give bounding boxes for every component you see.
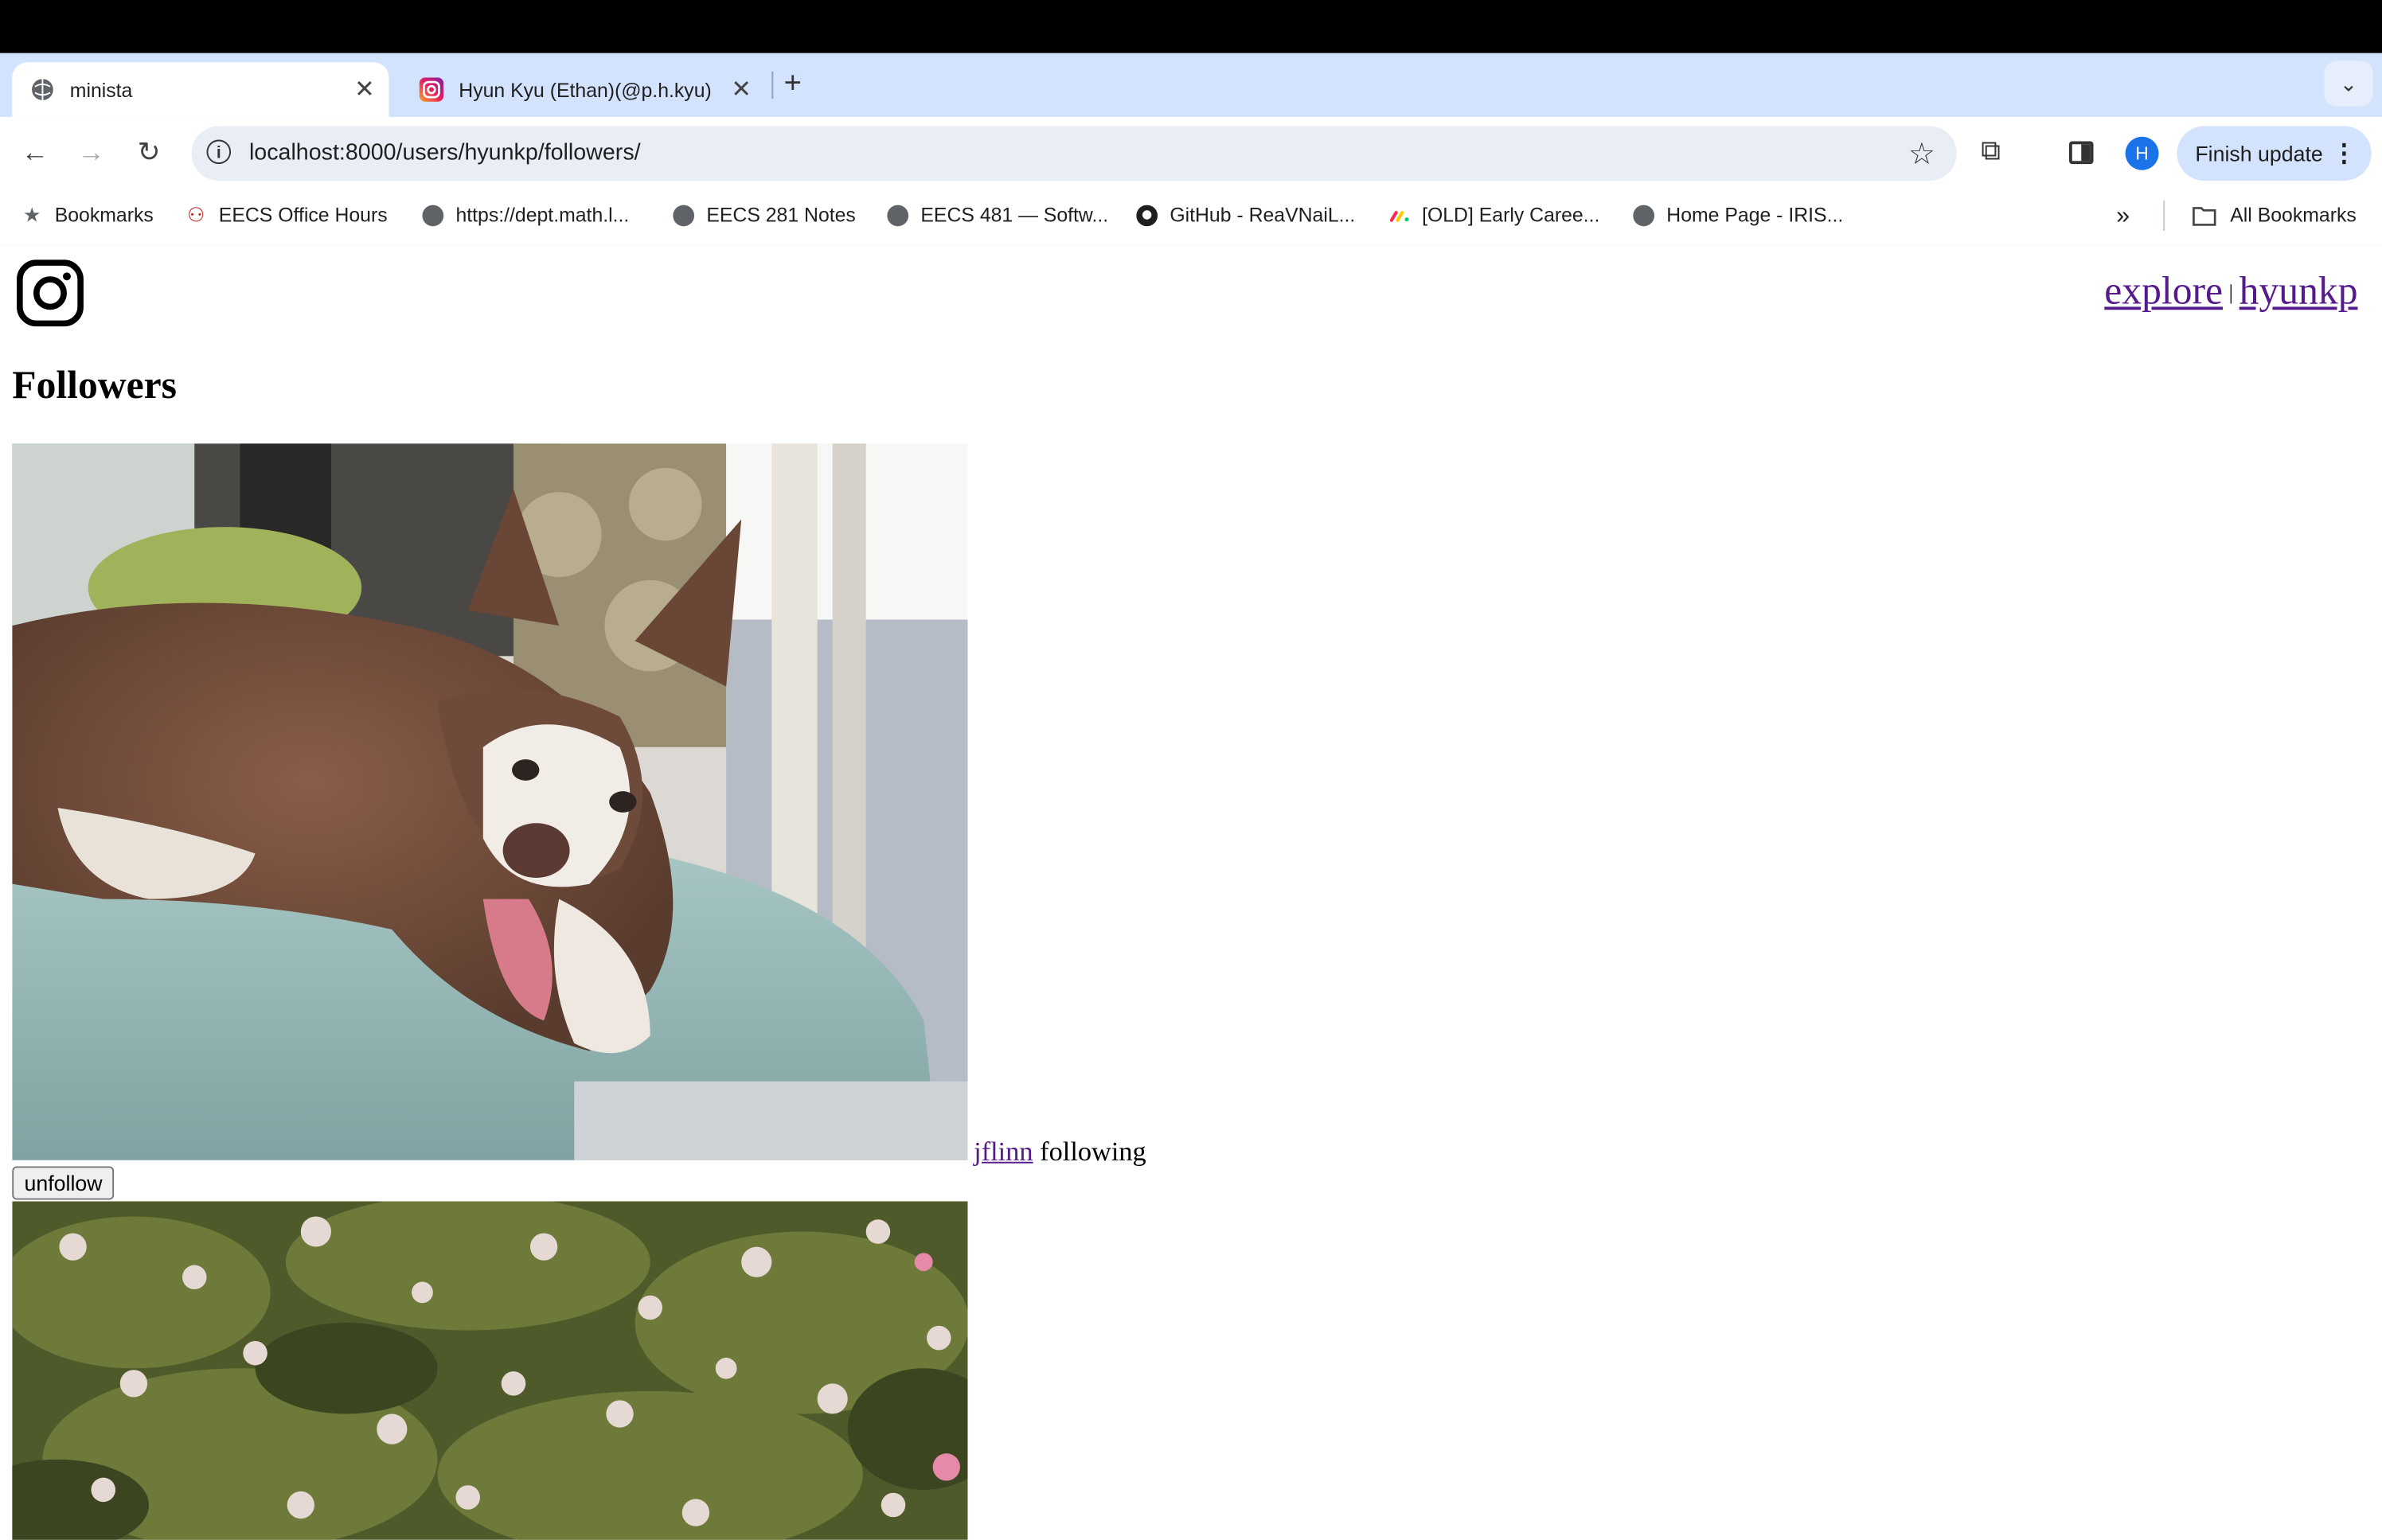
- forward-arrow-icon[interactable]: →: [73, 137, 110, 169]
- tab-strip: minista ✕ Hyun Kyu (Ethan)(@p.h.kyu) ✕: [0, 53, 2382, 117]
- tab-search-chevron-icon[interactable]: ⌄: [2324, 60, 2373, 107]
- page-content: explore | hyunkp Followers jflinn follow…: [0, 244, 2382, 1540]
- finish-update-button[interactable]: Finish update ⋮: [2177, 126, 2372, 181]
- github-icon: [1136, 204, 1158, 226]
- tab-title: Hyun Kyu (Ethan)(@p.h.kyu): [459, 78, 712, 101]
- follower-profile-photo: [12, 1201, 968, 1540]
- kebab-menu-icon[interactable]: ⋮: [2332, 138, 2357, 169]
- tab-instagram[interactable]: Hyun Kyu (Ethan)(@p.h.kyu) ✕: [401, 62, 766, 117]
- bookmark-label: EECS Office Hours: [218, 203, 388, 227]
- page-title: Followers: [12, 363, 177, 407]
- people-icon: ⚇: [187, 202, 205, 226]
- bookmark-star-icon[interactable]: ☆: [1908, 135, 1935, 173]
- bookmarks-divider: [2163, 200, 2165, 232]
- bookmark-label: [OLD] Early Caree...: [1422, 203, 1600, 227]
- unfollow-button[interactable]: unfollow: [12, 1166, 115, 1200]
- tab-divider: [771, 71, 774, 99]
- globe-icon: [887, 204, 909, 226]
- all-bookmarks-button[interactable]: All Bookmarks: [2193, 203, 2357, 227]
- new-tab-icon[interactable]: +: [784, 67, 802, 102]
- bookmark-iris[interactable]: Home Page - IRIS...: [1633, 203, 1844, 227]
- close-tab-icon[interactable]: ✕: [349, 75, 380, 105]
- bookmark-label: https://dept.math.l...: [455, 203, 630, 227]
- os-top-bar: [0, 0, 2382, 53]
- back-arrow-icon[interactable]: ←: [17, 137, 53, 169]
- top-nav: explore | hyunkp: [2104, 269, 2357, 314]
- user-profile-link[interactable]: hyunkp: [2239, 269, 2358, 313]
- bookmark-eecs-office-hours[interactable]: ⚇ EECS Office Hours: [185, 204, 388, 227]
- tab-title: minista: [69, 78, 133, 101]
- follower-profile-photo: [12, 443, 968, 1160]
- address-bar[interactable]: i localhost:8000/users/hyunkp/followers/…: [191, 126, 1957, 181]
- follower-username-link[interactable]: jflinn: [974, 1136, 1033, 1166]
- all-bookmarks-label: All Bookmarks: [2230, 203, 2357, 227]
- instagram-favicon-icon: [419, 77, 444, 102]
- more-bookmarks-chevron-icon[interactable]: »: [2116, 204, 2130, 231]
- explore-link[interactable]: explore: [2104, 269, 2223, 313]
- bookmark-github[interactable]: GitHub - ReaVNaiL...: [1136, 203, 1356, 227]
- bookmark-label: Home Page - IRIS...: [1666, 203, 1844, 227]
- bookmark-bookmarks[interactable]: ★ Bookmarks: [21, 204, 154, 227]
- side-panel-icon[interactable]: [2068, 141, 2094, 165]
- instagram-logo-icon[interactable]: [16, 259, 84, 327]
- bookmark-label: GitHub - ReaVNaiL...: [1170, 203, 1356, 227]
- bookmark-eecs-281[interactable]: EECS 281 Notes: [673, 203, 856, 227]
- bookmark-early-career[interactable]: [OLD] Early Caree...: [1388, 203, 1600, 227]
- bookmarks-bar: ★ Bookmarks ⚇ EECS Office Hours https://…: [0, 189, 2382, 247]
- monday-icon: [1388, 205, 1410, 226]
- extensions-puzzle-icon[interactable]: ⧉: [1981, 135, 2001, 167]
- bookmark-label: EECS 281 Notes: [706, 203, 856, 227]
- url-text[interactable]: localhost:8000/users/hyunkp/followers/: [249, 140, 641, 166]
- close-tab-icon[interactable]: ✕: [726, 75, 756, 105]
- globe-icon: [673, 204, 695, 226]
- site-info-icon[interactable]: i: [206, 139, 232, 165]
- bookmark-eecs-481[interactable]: EECS 481 — Softw...: [887, 203, 1109, 227]
- follower-info: jflinn following: [974, 1136, 1146, 1168]
- star-icon: ★: [22, 202, 41, 226]
- finish-update-label: Finish update: [2195, 141, 2323, 166]
- browser-toolbar: ← → ↻ i localhost:8000/users/hyunkp/foll…: [0, 116, 2382, 190]
- reload-icon[interactable]: ↻: [131, 137, 167, 169]
- bookmark-label: EECS 481 — Softw...: [920, 203, 1109, 227]
- globe-icon: [1633, 204, 1655, 226]
- globe-icon: [30, 77, 55, 102]
- bookmark-dept-math[interactable]: https://dept.math.l...: [422, 203, 630, 227]
- profile-avatar[interactable]: H: [2125, 136, 2159, 170]
- tab-minista[interactable]: minista ✕: [12, 62, 389, 117]
- globe-icon: [422, 204, 444, 226]
- folder-icon: [2193, 205, 2216, 226]
- bookmark-label: Bookmarks: [54, 203, 154, 227]
- nav-separator: |: [2228, 282, 2234, 306]
- follow-status: following: [1040, 1136, 1146, 1167]
